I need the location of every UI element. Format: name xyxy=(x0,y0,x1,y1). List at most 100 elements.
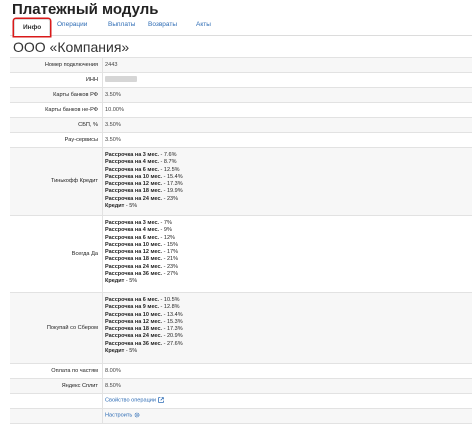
table-row: Свойство операции xyxy=(10,394,472,409)
row-label: Оплата по частям xyxy=(51,368,98,374)
installment-item: Кредит - 5% xyxy=(105,278,178,285)
settings-link[interactable]: Настроить xyxy=(105,412,140,418)
row-label: Тинькофф Кредит xyxy=(51,178,98,184)
external-link-icon xyxy=(158,397,164,403)
installment-name: Рассрочка на 18 мес. xyxy=(105,188,163,195)
tab-payouts[interactable]: Выплаты xyxy=(108,21,135,28)
installment-item: Рассрочка на 36 мес. - 27% xyxy=(105,271,178,278)
installment-name: Рассрочка на 4 мес. xyxy=(105,159,160,166)
installment-name: Рассрочка на 18 мес. xyxy=(105,256,163,263)
installment-rate: 17.3% xyxy=(166,181,183,188)
installment-name: Рассрочка на 12 мес. xyxy=(105,249,163,256)
installment-item: Рассрочка на 4 мес. - 9% xyxy=(105,227,178,234)
installment-rate: 8.7% xyxy=(163,159,177,166)
installment-name: Рассрочка на 3 мес. xyxy=(105,220,160,226)
table-row: СБП, % 3.50% xyxy=(10,118,472,133)
operation-properties-link[interactable]: Свойство операции xyxy=(105,397,164,403)
installment-rate: 10.5% xyxy=(163,297,180,303)
installment-rate: 23% xyxy=(166,195,178,202)
installment-name: Рассрочка на 12 мес. xyxy=(105,318,163,325)
installment-item: Кредит - 5% xyxy=(105,203,183,210)
installment-item: Рассрочка на 24 мес. - 23% xyxy=(105,264,178,271)
tab-refunds[interactable]: Возвраты xyxy=(148,21,177,28)
table-row: ИНН xyxy=(10,73,472,88)
installment-item: Рассрочка на 10 мес. - 15.4% xyxy=(105,174,183,181)
row-label: СБП, % xyxy=(78,122,98,128)
installment-rate: 7% xyxy=(163,220,172,226)
installment-item: Рассрочка на 36 мес. - 27.6% xyxy=(105,341,183,348)
installment-rate: 12% xyxy=(163,234,175,241)
operation-properties-label[interactable]: Свойство операции xyxy=(105,397,156,403)
installment-name: Кредит xyxy=(105,203,125,210)
installment-name: Рассрочка на 36 мес. xyxy=(105,340,163,347)
installment-rate: 12.8% xyxy=(163,304,180,311)
installment-item: Рассрочка на 6 мес. - 10.5% xyxy=(105,297,183,304)
installment-rate: 13.4% xyxy=(166,311,183,318)
installment-list: Рассрочка на 3 мес. - 7.6% Рассрочка на 4… xyxy=(105,152,183,210)
row-value: 8.00% xyxy=(105,368,121,374)
installment-rate: 9% xyxy=(163,227,172,234)
tab-operations[interactable]: Операции xyxy=(57,21,87,28)
installment-rate: 5% xyxy=(129,278,138,285)
row-label: Карты банков не-РФ xyxy=(45,107,98,113)
installment-item: Рассрочка на 12 мес. - 15.3% xyxy=(105,319,183,326)
table-row: Карты банков не-РФ 10.00% xyxy=(10,103,472,118)
row-value: 3.50% xyxy=(105,137,121,143)
row-label: Покупай со Сбером xyxy=(46,325,98,331)
installment-list: Рассрочка на 6 мес. - 10.5% Рассрочка на … xyxy=(105,297,183,355)
installment-name: Рассрочка на 24 мес. xyxy=(105,195,163,202)
table-row: Pay-сервисы 3.50% xyxy=(10,133,472,148)
installment-name: Рассрочка на 10 мес. xyxy=(105,173,163,180)
table-row: Тинькофф Кредит Рассрочка на 3 мес. - 7.… xyxy=(10,148,472,216)
row-value: 2443 xyxy=(105,62,118,68)
row-label: Всегда Да xyxy=(71,251,98,257)
row-label: Номер подключения xyxy=(44,62,98,68)
installment-rate: 17% xyxy=(166,249,178,256)
installment-name: Рассрочка на 36 мес. xyxy=(105,271,163,278)
installment-item: Рассрочка на 10 мес. - 15% xyxy=(105,242,178,249)
installment-rate: 23% xyxy=(166,263,178,270)
table-row: Настроить xyxy=(10,409,472,424)
installment-rate: 27% xyxy=(166,271,178,278)
installment-name: Рассрочка на 6 мес. xyxy=(105,166,160,173)
inn-value-redacted xyxy=(105,76,137,82)
installment-rate: 5% xyxy=(129,348,138,355)
table-row: Всегда Да Рассрочка на 3 мес. - 7% Рассро… xyxy=(10,216,472,293)
row-value: 3.50% xyxy=(105,92,121,98)
installment-item: Рассрочка на 6 мес. - 12.5% xyxy=(105,167,183,174)
installment-name: Рассрочка на 4 мес. xyxy=(105,227,160,234)
settings-label[interactable]: Настроить xyxy=(105,412,132,418)
installment-item: Рассрочка на 12 мес. - 17.3% xyxy=(105,181,183,188)
installment-item: Рассрочка на 4 мес. - 8.7% xyxy=(105,159,183,166)
installment-rate: 12.5% xyxy=(163,166,180,173)
table-row: Оплата по частям 8.00% xyxy=(10,364,472,379)
row-value: 8.50% xyxy=(105,383,121,389)
table-row: Карты банков РФ 3.50% xyxy=(10,88,472,103)
installment-name: Рассрочка на 10 мес. xyxy=(105,241,163,248)
installment-item: Рассрочка на 3 мес. - 7% xyxy=(105,220,178,227)
installment-name: Рассрочка на 6 мес. xyxy=(105,297,160,303)
table-row: Номер подключения 2443 xyxy=(10,58,472,73)
installment-item: Рассрочка на 18 мес. - 17.3% xyxy=(105,326,183,333)
installment-item: Кредит - 5% xyxy=(105,348,183,355)
tab-info[interactable]: Инфо xyxy=(14,19,51,36)
installment-item: Рассрочка на 10 мес. - 13.4% xyxy=(105,312,183,319)
installment-rate: 21% xyxy=(166,256,178,263)
gear-icon xyxy=(134,412,140,418)
installment-item: Рассрочка на 9 мес. - 12.8% xyxy=(105,304,183,311)
installment-item: Рассрочка на 18 мес. - 19.9% xyxy=(105,188,183,195)
installment-item: Рассрочка на 3 мес. - 7.6% xyxy=(105,152,183,159)
installment-rate: 15% xyxy=(166,241,178,248)
installment-rate: 20.9% xyxy=(166,333,183,340)
installment-item: Рассрочка на 24 мес. - 20.9% xyxy=(105,333,183,340)
installment-name: Рассрочка на 3 мес. xyxy=(105,152,160,158)
installment-list: Рассрочка на 3 мес. - 7% Рассрочка на 4 м… xyxy=(105,220,178,286)
row-value: 3.50% xyxy=(105,122,121,128)
tab-acts[interactable]: Акты xyxy=(196,21,211,28)
installment-name: Рассрочка на 9 мес. xyxy=(105,304,160,311)
installment-name: Кредит xyxy=(105,348,125,355)
installment-item: Рассрочка на 6 мес. - 12% xyxy=(105,235,178,242)
installment-name: Рассрочка на 6 мес. xyxy=(105,234,160,241)
installment-name: Рассрочка на 10 мес. xyxy=(105,311,163,318)
installment-rate: 5% xyxy=(129,203,138,210)
